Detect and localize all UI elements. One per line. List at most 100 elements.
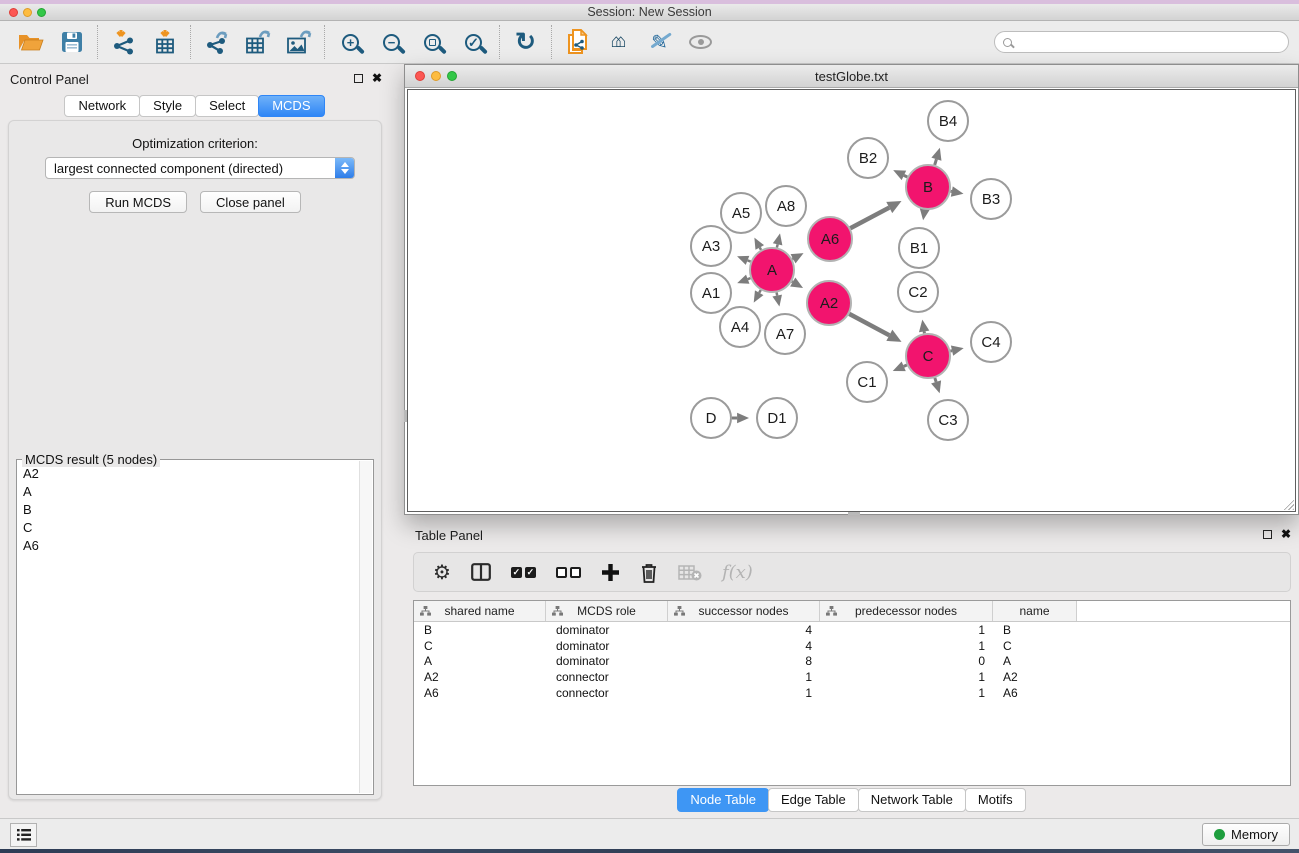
delete-column-button[interactable] — [640, 562, 658, 583]
table-row[interactable]: Adominator80A — [414, 654, 1290, 670]
edge-C-C3[interactable] — [935, 378, 936, 382]
table-cell[interactable]: B — [993, 623, 1077, 637]
table-row[interactable]: Cdominator41C — [414, 638, 1290, 654]
edge-B-B4[interactable] — [935, 159, 937, 165]
graph-node-A3[interactable]: A3 — [691, 226, 731, 266]
graph-node-A2[interactable]: A2 — [807, 281, 851, 325]
table-cell[interactable]: A — [993, 654, 1077, 668]
table-cell[interactable]: 1 — [820, 623, 993, 637]
column-header-name[interactable]: name — [993, 601, 1077, 621]
tab-motifs[interactable]: Motifs — [965, 788, 1026, 812]
save-session-button[interactable] — [51, 24, 92, 60]
import-network-button[interactable] — [103, 24, 144, 60]
graph-node-A4[interactable]: A4 — [720, 307, 760, 347]
toggle-column-view-button[interactable] — [471, 563, 491, 581]
table-cell[interactable]: 4 — [668, 639, 820, 653]
column-header-MCDS-role[interactable]: MCDS role — [546, 601, 668, 621]
table-cell[interactable]: B — [414, 623, 546, 637]
tab-node-table[interactable]: Node Table — [677, 788, 769, 812]
cybrowser-home-button[interactable]: ⌂⌂ — [598, 24, 639, 60]
graph-node-A[interactable]: A — [750, 248, 794, 292]
table-cell[interactable]: connector — [546, 670, 668, 684]
create-column-button[interactable] — [601, 563, 620, 582]
zoom-selected-button[interactable]: ✓ — [453, 24, 494, 60]
node-table[interactable]: shared nameMCDS rolesuccessor nodesprede… — [413, 600, 1291, 786]
edge-A-A1[interactable] — [748, 278, 751, 279]
graph-node-A1[interactable]: A1 — [691, 273, 731, 313]
graph-node-A6[interactable]: A6 — [808, 217, 852, 261]
optimization-criterion-dropdown[interactable]: largest connected component (directed) — [45, 157, 355, 179]
column-header-successor-nodes[interactable]: successor nodes — [668, 601, 820, 621]
graph-node-A8[interactable]: A8 — [766, 186, 806, 226]
edge-A-A4[interactable] — [759, 290, 761, 293]
toolbar-search-field[interactable] — [994, 31, 1289, 53]
function-builder-button fx-icon[interactable]: f(x) — [722, 562, 753, 583]
graph-node-B2[interactable]: B2 — [848, 138, 888, 178]
table-cell[interactable]: C — [993, 639, 1077, 653]
table-cell[interactable]: A2 — [414, 670, 546, 684]
table-row[interactable]: A2connector11A2 — [414, 669, 1290, 685]
refresh-button[interactable]: ↻ — [505, 24, 546, 60]
select-all-columns-button[interactable]: ✓ ✓ — [511, 567, 536, 578]
edge-C-C1[interactable] — [904, 365, 907, 366]
result-item[interactable]: C — [17, 518, 358, 536]
tab-edge-table[interactable]: Edge Table — [768, 788, 859, 812]
edge-A-A8[interactable] — [777, 244, 778, 247]
new-network-from-file-button[interactable] — [557, 24, 598, 60]
show-hide-button[interactable] — [680, 24, 721, 60]
graph-node-C3[interactable]: C3 — [928, 400, 968, 440]
delete-table-button[interactable] — [678, 564, 702, 581]
table-cell[interactable]: 0 — [820, 654, 993, 668]
table-cell[interactable]: dominator — [546, 639, 668, 653]
graph-node-B3[interactable]: B3 — [971, 179, 1011, 219]
edge-A-A5[interactable] — [760, 247, 761, 249]
zoom-fit-button[interactable] — [412, 24, 453, 60]
export-table-button[interactable] — [237, 24, 278, 60]
table-cell[interactable]: connector — [546, 686, 668, 700]
table-cell[interactable]: 1 — [820, 686, 993, 700]
close-panel-icon[interactable]: ✖ — [1281, 528, 1291, 540]
edge-A-A7[interactable] — [777, 293, 778, 296]
tab-select[interactable]: Select — [195, 95, 259, 117]
table-cell[interactable]: A — [414, 654, 546, 668]
search-input[interactable] — [1012, 35, 1288, 49]
task-history-button[interactable] — [10, 823, 37, 847]
zoom-out-button[interactable]: − — [371, 24, 412, 60]
table-cell[interactable]: 8 — [668, 654, 820, 668]
result-item[interactable]: A — [17, 482, 358, 500]
mcds-result-list[interactable]: A2ABCA6 — [17, 464, 358, 792]
close-panel-icon[interactable]: ✖ — [372, 72, 382, 84]
edge-A2-C[interactable] — [849, 314, 889, 335]
splitter-handle[interactable] — [848, 512, 860, 515]
network-canvas[interactable]: B4B2BB3A5A8A6B1A3AC2A1A2A4A7C4CC1C3DD1 — [407, 89, 1296, 512]
result-scrollbar[interactable] — [359, 461, 372, 793]
graph-node-B1[interactable]: B1 — [899, 228, 939, 268]
graph-node-B[interactable]: B — [906, 165, 950, 209]
table-cell[interactable]: A2 — [993, 670, 1077, 684]
table-cell[interactable]: dominator — [546, 623, 668, 637]
tab-mcds[interactable]: MCDS — [258, 95, 324, 117]
deselect-all-columns-button[interactable] — [556, 567, 581, 578]
float-panel-icon[interactable] — [354, 74, 363, 83]
table-cell[interactable]: A6 — [993, 686, 1077, 700]
edge-A-A3[interactable] — [748, 260, 751, 261]
table-cell[interactable]: 1 — [820, 670, 993, 684]
graph-node-C[interactable]: C — [906, 334, 950, 378]
tab-network[interactable]: Network — [64, 95, 140, 117]
export-network-button[interactable] — [196, 24, 237, 60]
table-cell[interactable]: C — [414, 639, 546, 653]
table-cell[interactable]: A6 — [414, 686, 546, 700]
run-mcds-button[interactable]: Run MCDS — [89, 191, 187, 213]
table-row[interactable]: Bdominator41B — [414, 622, 1290, 638]
hide-graphics-details-button[interactable]: ✎ — [639, 24, 680, 60]
result-item[interactable]: B — [17, 500, 358, 518]
column-header-shared-name[interactable]: shared name — [414, 601, 546, 621]
table-cell[interactable]: 1 — [668, 670, 820, 684]
close-panel-button[interactable]: Close panel — [200, 191, 301, 213]
graph-node-C4[interactable]: C4 — [971, 322, 1011, 362]
graph-node-C1[interactable]: C1 — [847, 362, 887, 402]
table-cell[interactable]: 1 — [820, 639, 993, 653]
splitter-handle[interactable] — [404, 410, 407, 422]
tab-network-table[interactable]: Network Table — [858, 788, 966, 812]
table-cell[interactable]: dominator — [546, 654, 668, 668]
